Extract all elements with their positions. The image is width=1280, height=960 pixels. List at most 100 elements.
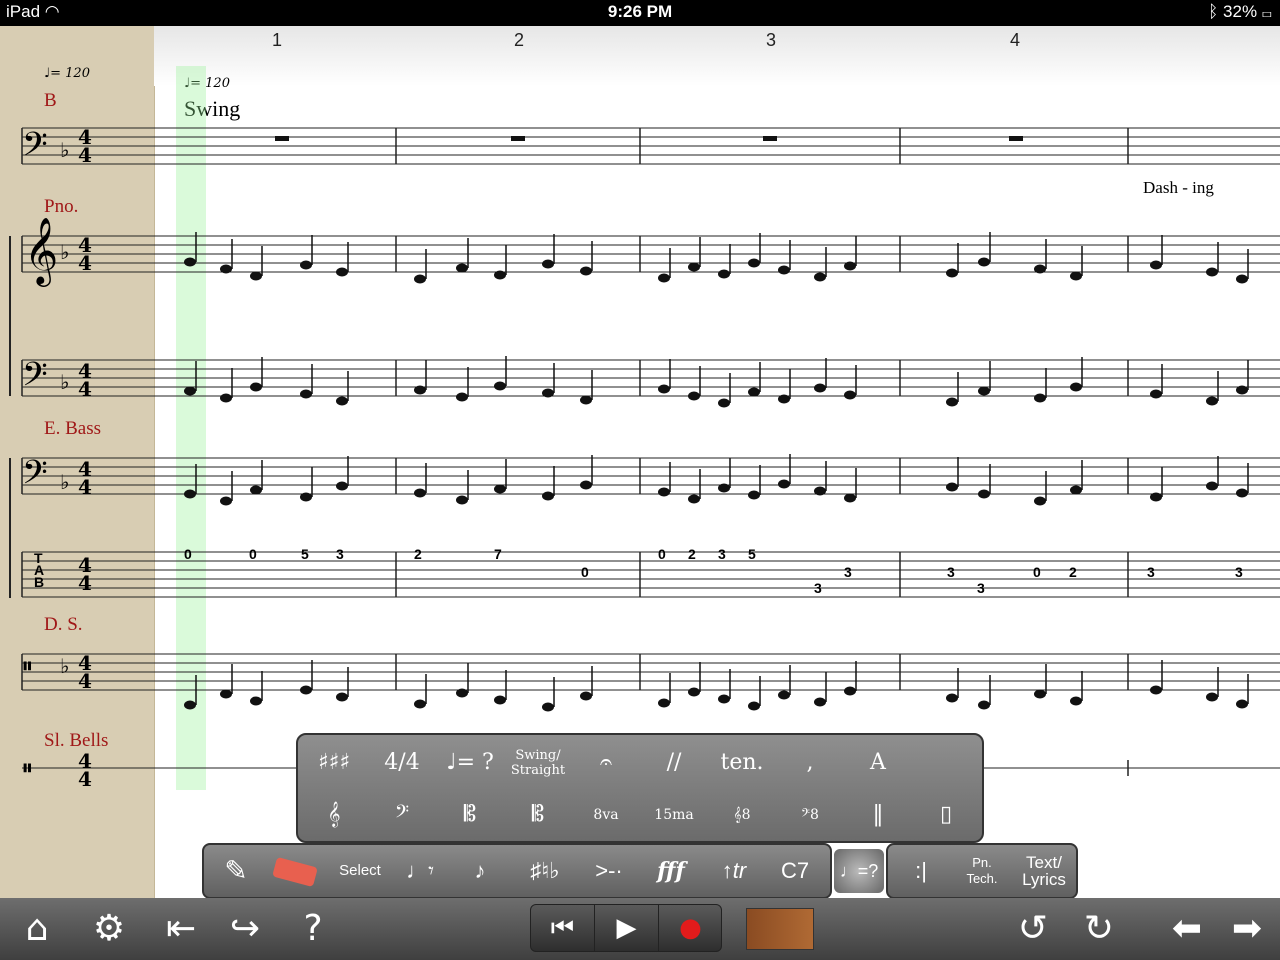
swing-straight-button[interactable]: Swing/ Straight (506, 743, 570, 788)
note-head[interactable] (414, 488, 426, 498)
double-barline-button[interactable]: ‖ (846, 795, 910, 835)
note-head[interactable] (250, 485, 262, 495)
note-head[interactable] (542, 388, 554, 398)
trill-button[interactable]: ↑tr (708, 851, 760, 891)
note-head[interactable] (456, 688, 468, 698)
note-head[interactable] (778, 265, 790, 275)
tab-number[interactable]: 2 (1069, 564, 1077, 580)
note-head[interactable] (220, 264, 232, 274)
tempo-button[interactable]: ♩=? (834, 849, 884, 893)
tab-number[interactable]: 3 (814, 580, 822, 596)
note-head[interactable] (658, 384, 670, 394)
play-icon[interactable]: ▶ (595, 905, 659, 951)
note-head[interactable] (814, 486, 826, 496)
note-head[interactable] (336, 396, 348, 406)
note-head[interactable] (250, 382, 262, 392)
tab-number[interactable]: 3 (1235, 564, 1243, 580)
note-head[interactable] (494, 381, 506, 391)
note-head[interactable] (946, 693, 958, 703)
note-head[interactable] (748, 387, 760, 397)
share-icon[interactable]: ↪ (220, 904, 270, 954)
articulation-button[interactable]: >-· (586, 851, 632, 891)
slash-button[interactable]: // (642, 743, 706, 783)
alto-clef-button[interactable]: 𝄡 (438, 795, 502, 835)
note-head[interactable] (946, 397, 958, 407)
note-head[interactable] (184, 700, 196, 710)
note-head[interactable] (1070, 271, 1082, 281)
tab-number[interactable]: 3 (1147, 564, 1155, 580)
key-signature-button[interactable]: ♯♯♯ (302, 743, 366, 783)
tab-number[interactable]: 3 (336, 546, 344, 562)
whole-rest[interactable] (275, 136, 289, 141)
note-head[interactable] (946, 268, 958, 278)
note-head[interactable] (844, 686, 856, 696)
note-head[interactable] (580, 395, 592, 405)
note-head[interactable] (456, 392, 468, 402)
tab-number[interactable]: 3 (718, 546, 726, 562)
fermata-icon[interactable]: 𝄐 (574, 743, 638, 783)
note-head[interactable] (978, 386, 990, 396)
redo-icon[interactable]: ↻ (1074, 904, 1124, 954)
note-head[interactable] (300, 260, 312, 270)
dynamics-button[interactable]: fff (648, 851, 694, 891)
note-head[interactable] (542, 702, 554, 712)
tuplet-button[interactable]: ♪ (460, 851, 500, 891)
note-head[interactable] (300, 492, 312, 502)
note-head[interactable] (336, 267, 348, 277)
whole-rest[interactable] (1009, 136, 1023, 141)
note-head[interactable] (814, 383, 826, 393)
fretboard-icon[interactable] (746, 908, 814, 950)
note-head[interactable] (1150, 389, 1162, 399)
import-icon[interactable]: ⇤ (156, 904, 206, 954)
tab-number[interactable]: 0 (184, 546, 192, 562)
note-head[interactable] (1150, 260, 1162, 270)
tab-number[interactable]: 3 (977, 580, 985, 596)
note-head[interactable] (688, 262, 700, 272)
tab-number[interactable]: 0 (581, 564, 589, 580)
tab-number[interactable]: 5 (301, 546, 309, 562)
note-head[interactable] (300, 685, 312, 695)
note-head[interactable] (1206, 481, 1218, 491)
tenuto-button[interactable]: ten. (710, 743, 774, 783)
note-head[interactable] (978, 257, 990, 267)
tenor-clef-button[interactable]: 𝄡 (506, 795, 570, 835)
note-head[interactable] (1236, 699, 1248, 709)
time-signature-button[interactable]: 4/4 (370, 743, 434, 783)
note-head[interactable] (978, 489, 990, 499)
note-head[interactable] (1070, 485, 1082, 495)
note-head[interactable] (220, 393, 232, 403)
note-head[interactable] (580, 691, 592, 701)
note-head[interactable] (542, 491, 554, 501)
note-head[interactable] (1070, 382, 1082, 392)
note-head[interactable] (778, 394, 790, 404)
note-head[interactable] (542, 259, 554, 269)
note-head[interactable] (688, 391, 700, 401)
note-head[interactable] (414, 699, 426, 709)
note-head[interactable] (814, 272, 826, 282)
note-head[interactable] (718, 694, 730, 704)
note-head[interactable] (1034, 689, 1046, 699)
note-head[interactable] (184, 489, 196, 499)
note-head[interactable] (456, 495, 468, 505)
text-box-button[interactable]: A (846, 743, 910, 783)
note-head[interactable] (414, 385, 426, 395)
tab-number[interactable]: 0 (658, 546, 666, 562)
tempo-marking-button[interactable]: ♩= ? (438, 743, 502, 783)
note-head[interactable] (494, 270, 506, 280)
note-head[interactable] (220, 496, 232, 506)
note-head[interactable] (978, 700, 990, 710)
home-icon[interactable]: ⌂ (12, 904, 62, 954)
note-head[interactable] (946, 482, 958, 492)
note-rest-button[interactable]: ♩𝄾 (396, 851, 444, 891)
note-head[interactable] (778, 479, 790, 489)
whole-rest[interactable] (511, 136, 525, 141)
note-head[interactable] (1236, 385, 1248, 395)
note-head[interactable] (1150, 492, 1162, 502)
help-icon[interactable]: ? (288, 904, 338, 954)
whole-rest[interactable] (763, 136, 777, 141)
tab-number[interactable]: 0 (1033, 564, 1041, 580)
note-head[interactable] (220, 689, 232, 699)
text-lyrics-button[interactable]: Text/ Lyrics (1014, 851, 1074, 894)
note-head[interactable] (250, 271, 262, 281)
note-head[interactable] (1150, 685, 1162, 695)
